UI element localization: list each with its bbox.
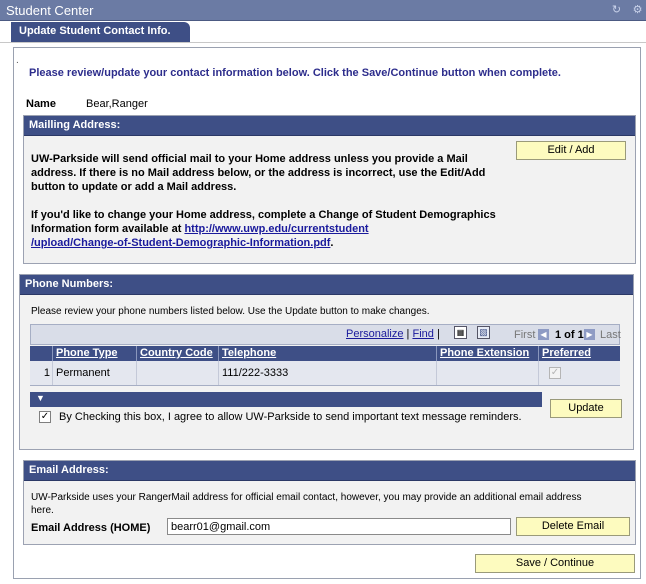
mailing-address-group: Mailling Address: UW-Parkside will send … <box>23 115 636 264</box>
save-continue-button[interactable]: Save / Continue <box>475 554 635 573</box>
email-label: Email Address (HOME) <box>31 522 151 534</box>
grid-link-separator: | <box>436 328 440 340</box>
telephone-cell: 111/222-3333 <box>218 361 436 385</box>
col-preferred[interactable]: Preferred <box>538 346 620 361</box>
personalize-link[interactable]: Personalize <box>346 328 403 340</box>
tab-strip: Update Student Contact Info. <box>0 21 646 43</box>
nav-first[interactable]: First <box>514 329 535 341</box>
mailing-address-header: Mailling Address: <box>24 116 635 136</box>
view-all-icon[interactable]: ▦ <box>454 326 467 339</box>
text-consent-checkbox[interactable]: ✓ <box>39 411 51 423</box>
demographics-form-link-cont[interactable]: /upload/Change-of-Student-Demographic-In… <box>31 237 330 249</box>
update-button[interactable]: Update <box>550 399 622 418</box>
name-value: Bear,Ranger <box>86 98 148 110</box>
email-address-group: Email Address: UW-Parkside uses your Ran… <box>23 460 636 545</box>
email-field[interactable] <box>167 518 511 535</box>
row-number: 1 <box>43 367 50 379</box>
col-country-code[interactable]: Country Code <box>136 346 218 361</box>
next-arrow-icon[interactable]: ▶ <box>584 329 595 340</box>
grid-links: Personalize | Find | <box>346 328 440 340</box>
col-telephone[interactable]: Telephone <box>218 346 436 361</box>
refresh-icon[interactable]: ↻ <box>611 5 622 16</box>
delete-email-button[interactable]: Delete Email <box>516 517 630 536</box>
intro-text: Please review/update your contact inform… <box>29 67 561 79</box>
mailing-paragraph-2-end: . <box>330 237 334 249</box>
text-consent-label: By Checking this box, I agree to allow U… <box>59 411 522 423</box>
nav-range: 1 of 1 <box>555 329 584 341</box>
tab-divider <box>0 42 646 43</box>
email-address-header: Email Address: <box>24 461 635 481</box>
phone-grid-header: Phone Type Country Code Telephone Phone … <box>30 346 620 361</box>
phone-numbers-header: Phone Numbers: <box>20 275 633 295</box>
window-titlebar: Student Center ↻ ⚙ <box>0 0 646 21</box>
grid-link-separator: | <box>406 328 410 340</box>
find-link[interactable]: Find <box>412 328 433 340</box>
edit-add-button[interactable]: Edit / Add <box>516 141 626 160</box>
col-phone-extension[interactable]: Phone Extension <box>436 346 538 361</box>
gear-icon[interactable]: ⚙ <box>632 5 643 16</box>
preferred-cell: ✓ <box>538 361 620 385</box>
intro-dot: . <box>16 55 19 66</box>
previous-arrow-icon[interactable]: ◀ <box>538 329 549 340</box>
spreadsheet-icon[interactable]: ▧ <box>477 326 490 339</box>
mailing-paragraph-1: UW-Parkside will send official mail to y… <box>31 153 486 193</box>
country-code-cell <box>136 361 218 385</box>
col-phone-type[interactable]: Phone Type <box>52 346 136 361</box>
grid-footer-bar: ▼ <box>30 392 542 407</box>
table-row: 1 Permanent 111/222-3333 ✓ <box>30 361 620 386</box>
window-title: Student Center <box>6 3 94 18</box>
extension-cell <box>436 361 538 385</box>
phone-type-cell: Permanent <box>52 361 136 385</box>
mailing-paragraph-2: If you'd like to change your Home addres… <box>31 208 501 250</box>
phone-instructions: Please review your phone numbers listed … <box>31 306 430 317</box>
preferred-checkbox: ✓ <box>549 367 561 379</box>
nav-last[interactable]: Last <box>600 329 621 341</box>
email-instructions: UW-Parkside uses your RangerMail address… <box>31 492 582 516</box>
demographics-form-link[interactable]: http://www.uwp.edu/currentstudent <box>184 223 368 235</box>
collapse-triangle-icon[interactable]: ▼ <box>36 393 45 403</box>
tab-update-contact-info[interactable]: Update Student Contact Info. <box>11 22 190 43</box>
name-label: Name <box>26 98 56 110</box>
phone-numbers-group: Phone Numbers: Please review your phone … <box>19 274 634 450</box>
